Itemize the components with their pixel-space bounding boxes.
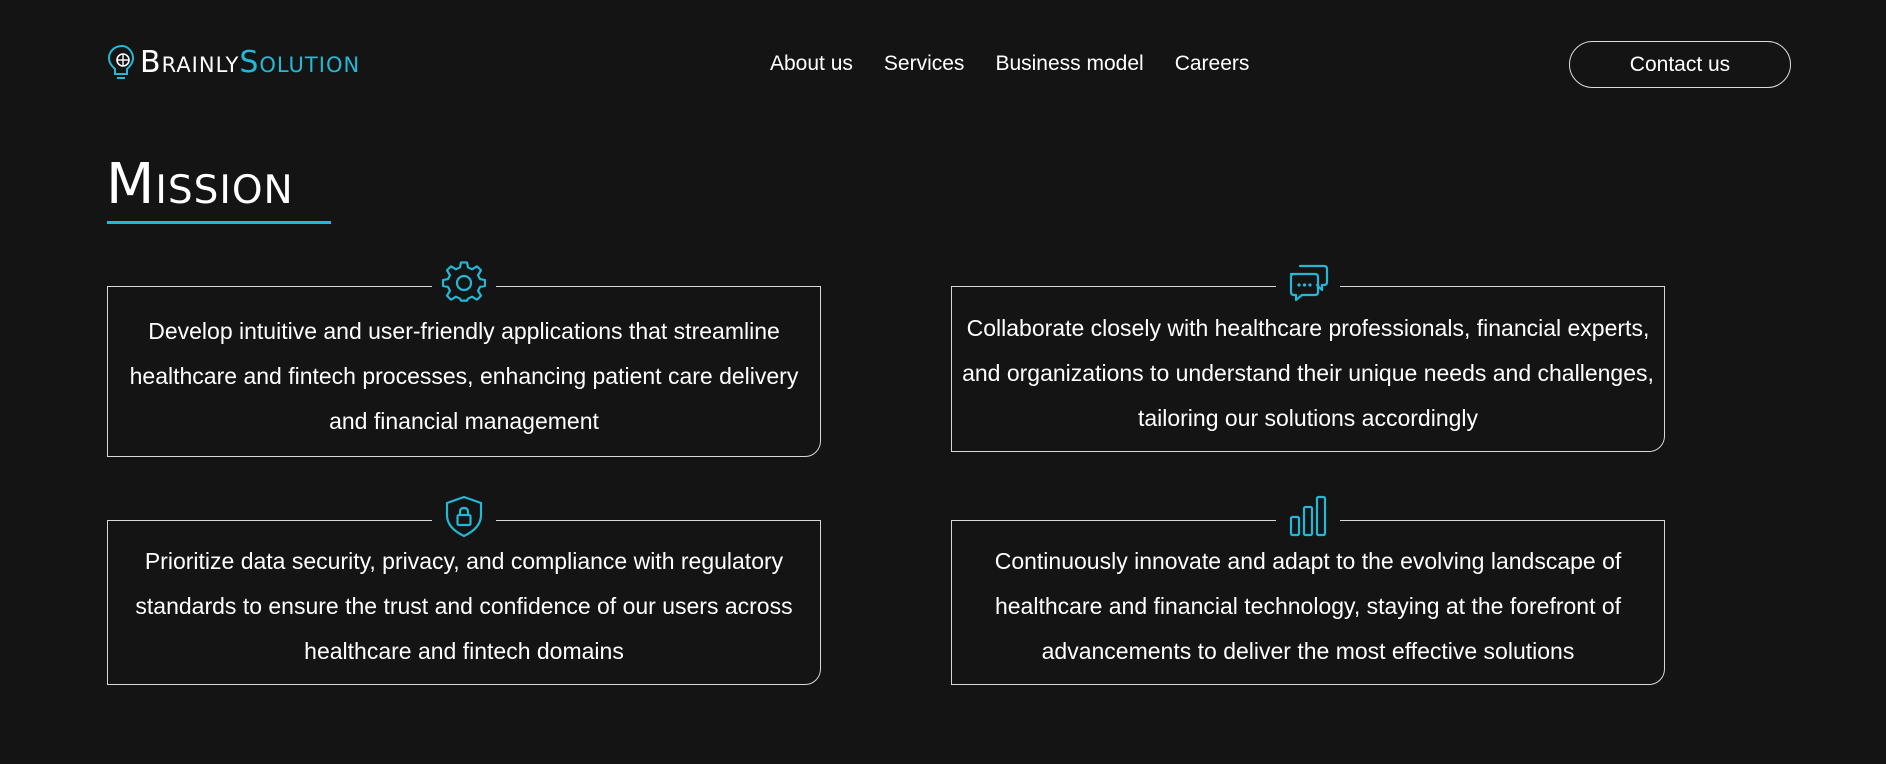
mission-title: Mission: [106, 152, 294, 217]
main-nav: About us Services Business model Careers: [770, 48, 1249, 80]
brand-name-part2: Solution: [239, 45, 361, 80]
lightbulb-brain-icon: [107, 44, 135, 79]
mission-card-security: Prioritize data security, privacy, and c…: [107, 491, 821, 685]
shield-lock-icon: [432, 491, 496, 541]
title-underline: [107, 221, 331, 224]
brand-logo[interactable]: BrainlySolution: [106, 38, 360, 88]
mission-card-innovate: Continuously innovate and adapt to the e…: [951, 491, 1665, 685]
gear-icon: [432, 257, 496, 307]
mission-card-text: Continuously innovate and adapt to the e…: [994, 548, 1622, 664]
mission-card-collaborate: Collaborate closely with healthcare prof…: [951, 257, 1665, 452]
mission-card-text: Collaborate closely with healthcare prof…: [962, 314, 1654, 431]
nav-services[interactable]: Services: [884, 52, 965, 76]
mission-card-apps: Develop intuitive and user-friendly appl…: [107, 257, 821, 457]
chat-bubbles-icon: [1276, 257, 1340, 307]
nav-business-model[interactable]: Business model: [995, 52, 1143, 76]
mission-card-text: Develop intuitive and user-friendly appl…: [129, 318, 799, 434]
brand-name-part1: Brainly: [140, 45, 240, 80]
contact-us-button[interactable]: Contact us: [1569, 41, 1791, 88]
bar-chart-icon: [1276, 491, 1340, 541]
mission-card-text: Prioritize data security, privacy, and c…: [135, 548, 793, 664]
nav-about-us[interactable]: About us: [770, 52, 853, 76]
nav-careers[interactable]: Careers: [1175, 52, 1250, 76]
brand-name: BrainlySolution: [140, 38, 360, 88]
